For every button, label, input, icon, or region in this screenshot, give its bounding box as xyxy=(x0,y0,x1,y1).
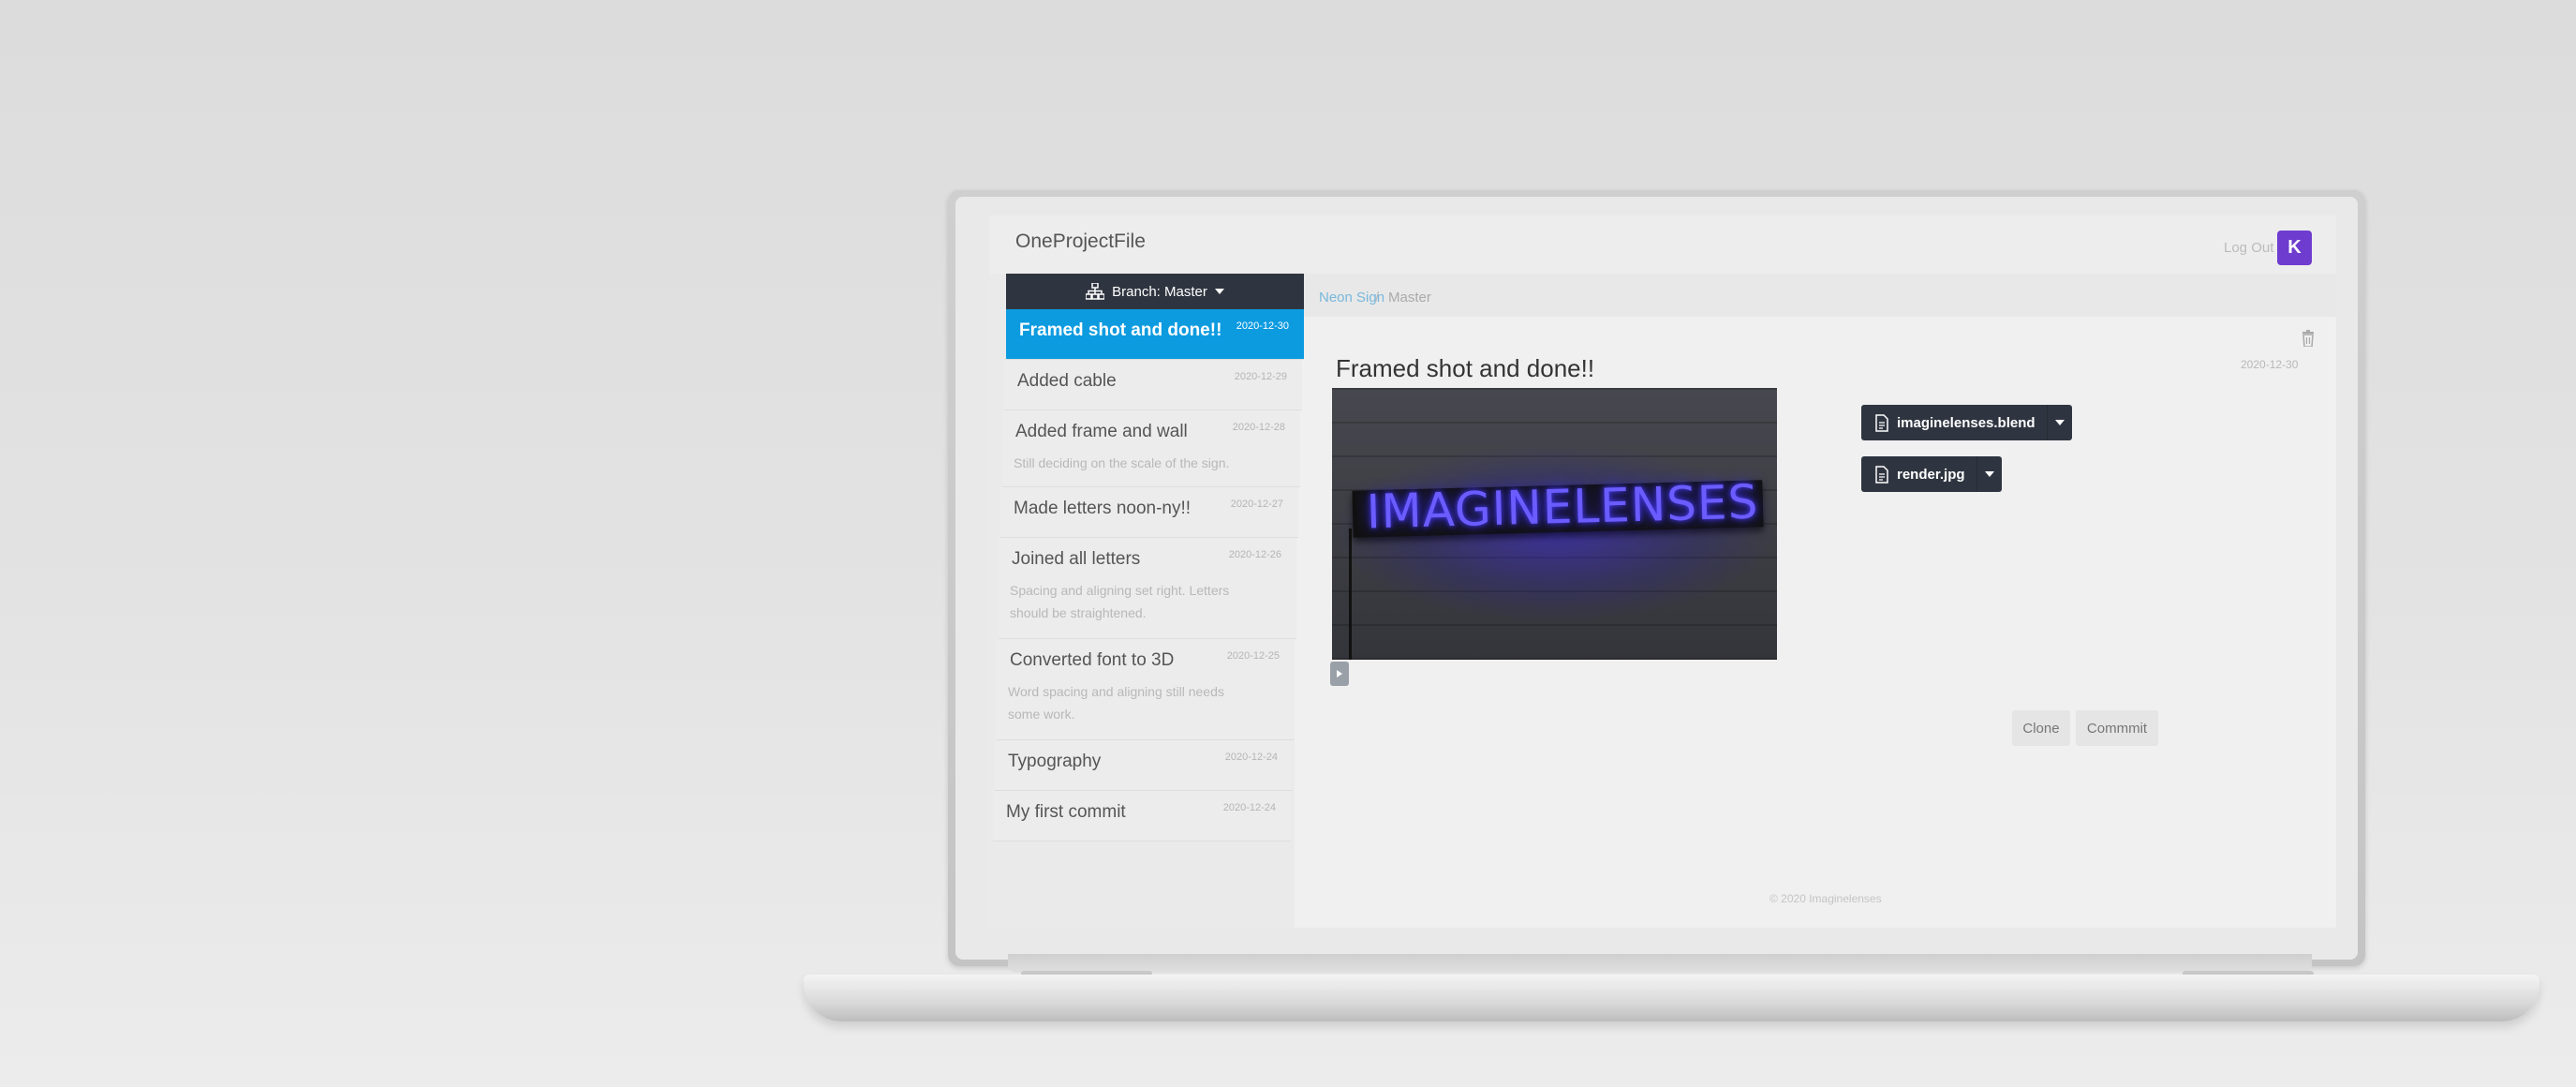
top-navbar: OneProjectFile Log Out K xyxy=(989,216,2336,275)
footer-copyright: © 2020 Imaginelenses xyxy=(1769,892,1882,905)
app-brand[interactable]: OneProjectFile xyxy=(1015,231,1146,253)
avatar[interactable]: K xyxy=(2277,231,2312,265)
file-icon xyxy=(1875,465,1888,484)
branch-icon xyxy=(1086,283,1105,300)
commit-item-title: Joined all letters xyxy=(1012,549,1141,569)
commit-title: Framed shot and done!! xyxy=(1336,354,1595,382)
file-menu-toggle[interactable] xyxy=(1976,456,2002,492)
commit-date: 2020-12-30 xyxy=(2241,358,2299,371)
commit-list-item[interactable]: Added cable 2020-12-29 xyxy=(1004,360,1302,410)
commit-list-item[interactable]: Joined all letters 2020-12-26 Spacing and … xyxy=(999,538,1296,639)
chevron-down-icon xyxy=(2054,420,2065,425)
commit-list-item[interactable]: Added frame and wall 2020-12-28 Still deci… xyxy=(1002,410,1300,487)
commit-list-item[interactable]: Converted font to 3D 2020-12-25 Word spaci… xyxy=(997,639,1295,740)
logout-link[interactable]: Log Out xyxy=(2224,240,2273,256)
file-name: imaginelenses.blend xyxy=(1897,414,2036,431)
file-button-render[interactable]: render.jpg xyxy=(1861,456,2002,492)
branch-label: Branch: Master xyxy=(1112,283,1207,300)
commit-button[interactable]: Commmit xyxy=(2076,710,2158,746)
commit-item-date: 2020-12-27 xyxy=(1230,499,1283,510)
commit-item-title: My first commit xyxy=(1006,802,1126,822)
chevron-down-icon xyxy=(1214,289,1224,294)
expand-toggle-button[interactable] xyxy=(1330,662,1349,686)
commit-item-title: Added frame and wall xyxy=(1015,422,1188,441)
commit-item-title: Converted font to 3D xyxy=(1010,650,1175,670)
commit-item-date: 2020-12-29 xyxy=(1234,371,1287,382)
commit-list-item[interactable]: Made letters noon-ny!! 2020-12-27 xyxy=(1000,487,1298,538)
commit-item-date: 2020-12-30 xyxy=(1236,320,1289,332)
file-menu-toggle[interactable] xyxy=(2046,405,2072,440)
commit-list-item[interactable]: My first commit 2020-12-24 xyxy=(993,791,1291,841)
laptop-base xyxy=(804,975,2539,1021)
branch-selector-button[interactable]: Branch: Master xyxy=(1006,274,1304,309)
breadcrumb: Neon Sign / Master xyxy=(1304,274,2336,317)
chevron-down-icon xyxy=(1984,471,1994,477)
commit-item-date: 2020-12-25 xyxy=(1226,650,1280,662)
commit-item-date: 2020-12-24 xyxy=(1224,752,1278,763)
commit-item-title: Framed shot and done!! xyxy=(1019,320,1222,340)
commit-item-title: Typography xyxy=(1008,752,1102,771)
commit-item-date: 2020-12-24 xyxy=(1222,802,1276,813)
file-button-blend[interactable]: imaginelenses.blend xyxy=(1861,405,2072,440)
clone-button[interactable]: Clone xyxy=(2012,710,2070,746)
commit-item-date: 2020-12-28 xyxy=(1232,422,1285,433)
trash-icon[interactable] xyxy=(2302,330,2315,347)
commit-list-item[interactable]: Framed shot and done!! 2020-12-30 xyxy=(1006,309,1304,360)
commit-list-item[interactable]: Typography 2020-12-24 xyxy=(995,740,1293,791)
app-screen: OneProjectFile Log Out K Branch: Master … xyxy=(989,216,2336,928)
commit-item-title: Added cable xyxy=(1017,371,1117,391)
laptop-hinge xyxy=(1008,954,2312,973)
commit-item-title: Made letters noon-ny!! xyxy=(1014,499,1192,518)
neon-cable xyxy=(1349,529,1352,660)
commit-item-description: Still deciding on the scale of the sign. xyxy=(1014,455,1230,470)
render-preview-image[interactable]: IMAGINELENSES xyxy=(1332,388,1777,660)
commit-item-date: 2020-12-26 xyxy=(1228,549,1281,560)
neon-sign-text: IMAGINELENSES xyxy=(1366,474,1759,540)
breadcrumb-separator: / xyxy=(1375,290,1380,305)
file-name: render.jpg xyxy=(1897,466,1965,483)
breadcrumb-current: Master xyxy=(1388,290,1431,305)
commit-item-description: Spacing and aligning set right. Letters … xyxy=(1010,583,1230,620)
file-icon xyxy=(1875,413,1888,432)
commit-item-description: Word spacing and aligning still needs so… xyxy=(1008,684,1224,722)
